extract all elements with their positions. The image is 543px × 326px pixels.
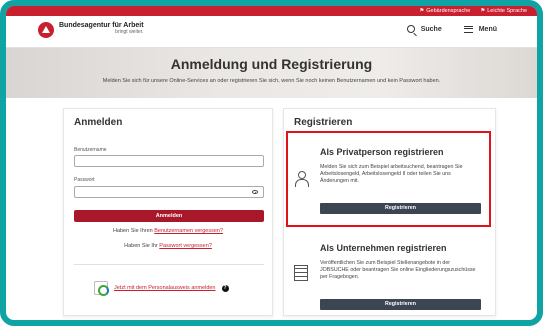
company-register-title: Als Unternehmen registrieren: [320, 243, 447, 253]
menu-icon: [463, 25, 473, 33]
password-input[interactable]: [74, 186, 264, 198]
sign-language-link[interactable]: ⚑ Gebärdensprache: [419, 6, 470, 16]
site-header: Bundesagentur für Arbeit bringt weiter. …: [6, 16, 537, 48]
person-icon: [294, 171, 309, 187]
private-register-text: Melden Sie sich zum Beispiel arbeitsuche…: [320, 164, 463, 185]
register-panel: Registrieren Als Privatperson registrier…: [283, 108, 496, 316]
hero-banner: Anmeldung und Registrierung Melden Sie s…: [6, 48, 537, 98]
username-input[interactable]: [74, 155, 264, 167]
password-label: Passwort: [74, 177, 95, 183]
forgot-username-text: Haben Sie Ihren Benutzernamen vergessen?: [112, 228, 224, 234]
building-icon: [294, 265, 308, 281]
search-button[interactable]: Suche: [406, 25, 442, 33]
search-icon: [406, 25, 415, 33]
login-panel: Anmelden Benutzername Passwort Anmelden …: [63, 108, 273, 316]
show-password-icon[interactable]: [252, 190, 258, 194]
forgot-username-link[interactable]: Benutzernamen vergessen?: [154, 228, 223, 234]
ausweisapp-icon: [94, 281, 109, 296]
page-title: Anmeldung und Registrierung: [170, 56, 373, 72]
brand-name: Bundesagentur für Arbeit: [59, 22, 144, 29]
brand-logo[interactable]: Bundesagentur für Arbeit bringt weiter.: [38, 22, 144, 38]
easy-language-link[interactable]: ⚑ Leichte Sprache: [480, 6, 527, 16]
forgot-password-link[interactable]: Passwort vergessen?: [159, 243, 212, 249]
login-button[interactable]: Anmelden: [74, 210, 264, 222]
register-title: Registrieren: [294, 117, 353, 128]
id-card-login-link[interactable]: Jetzt mit dem Personalausweis anmelden: [114, 285, 216, 291]
divider: [74, 264, 264, 265]
register-private-button[interactable]: Registrieren: [320, 203, 481, 214]
screenshot-frame: ⚑ Gebärdensprache ⚑ Leichte Sprache Bund…: [0, 0, 543, 326]
private-register-title: Als Privatperson registrieren: [320, 147, 444, 157]
ba-logo-icon: [38, 22, 54, 38]
username-label: Benutzername: [74, 147, 107, 153]
accessibility-bar: ⚑ Gebärdensprache ⚑ Leichte Sprache: [6, 6, 537, 16]
page-subtitle: Melden Sie sich für unsere Online-Servic…: [102, 78, 441, 84]
id-card-login: Jetzt mit dem Personalausweis anmelden ?: [94, 281, 229, 296]
brand-tagline: bringt weiter.: [115, 29, 144, 35]
forgot-password-text: Haben Sie Ihr Passwort vergessen?: [124, 243, 212, 249]
info-icon[interactable]: ?: [221, 284, 229, 292]
login-title: Anmelden: [74, 117, 123, 128]
register-company-button[interactable]: Registrieren: [320, 299, 481, 310]
menu-button[interactable]: Menü: [463, 25, 497, 33]
company-register-text: Veröffentlichen Sie zum Beispiel Stellen…: [320, 260, 476, 281]
